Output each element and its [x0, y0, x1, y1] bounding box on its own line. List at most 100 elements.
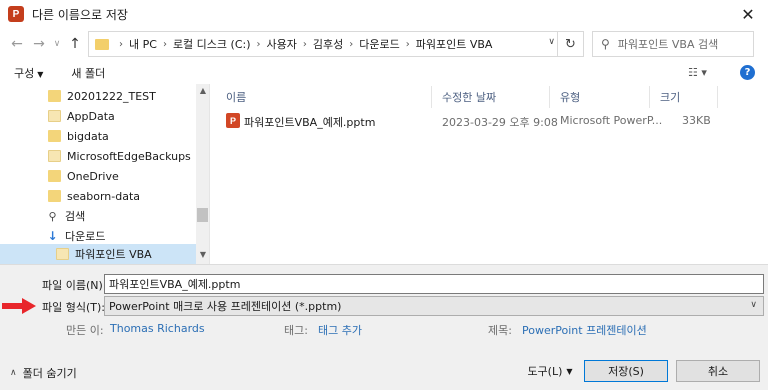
save-button[interactable]: 저장(S) — [584, 360, 668, 382]
filetype-value: PowerPoint 매크로 사용 프레젠테이션 (*.pptm) — [109, 300, 342, 313]
nav-item-appdata[interactable]: AppData — [0, 106, 196, 126]
author-label: 만든 이: — [66, 324, 104, 337]
file-modified: 2023-03-29 오후 9:08 — [442, 116, 558, 129]
search-icon: ⚲ — [601, 37, 610, 51]
nav-item-powerpoint-vba[interactable]: 파워포인트 VBA — [0, 244, 196, 264]
nav-item-downloads[interactable]: ↓ 다운로드 — [0, 226, 196, 246]
folder-icon — [95, 38, 109, 50]
search-icon: ⚲ — [48, 209, 57, 223]
breadcrumb-item[interactable]: 로컬 디스크 (C:) — [173, 36, 251, 52]
cancel-button[interactable]: 취소 — [676, 360, 760, 382]
search-placeholder: 파워포인트 VBA 검색 — [617, 38, 719, 51]
nav-item-label: AppData — [67, 109, 115, 123]
tools-label: 도구(L) — [527, 365, 563, 378]
breadcrumb-item[interactable]: 파워포인트 VBA — [416, 36, 493, 52]
title-value[interactable]: PowerPoint 프레젠테이션 — [522, 322, 647, 338]
column-header-modified[interactable]: 수정한 날짜 — [432, 86, 550, 108]
chevron-down-icon: ▼ — [566, 366, 573, 376]
tags-label: 태그: — [284, 324, 308, 337]
folder-icon — [56, 248, 69, 260]
title-label: 제목: — [488, 324, 512, 337]
filename-label: 파일 이름(N): — [42, 279, 107, 292]
file-name: 파워포인트VBA_예제.pptm — [244, 116, 376, 129]
folder-icon — [48, 170, 61, 182]
file-type: Microsoft PowerP... — [560, 114, 663, 127]
nav-item-onedrive[interactable]: OneDrive — [0, 166, 196, 186]
new-folder-button[interactable]: 새 폴더 — [71, 65, 105, 81]
folder-icon — [48, 90, 61, 102]
file-list: 이름 수정한 날짜 유형 크기 P 파워포인트VBA_예제.pptm 2023-… — [216, 84, 768, 264]
breadcrumb-item[interactable]: 김후성 — [313, 36, 343, 52]
command-toolbar: 구성 ▼ 새 폴더 ☷ ▾ ? — [0, 60, 768, 86]
nav-item-20201222-test[interactable]: 20201222_TEST — [0, 86, 196, 106]
breadcrumb-separator-icon[interactable]: › — [119, 39, 123, 50]
breadcrumb-separator-icon[interactable]: › — [303, 39, 307, 50]
help-icon[interactable]: ? — [740, 65, 755, 80]
chevron-down-icon: ▼ — [37, 70, 44, 79]
pptm-file-icon: P — [226, 113, 240, 128]
nav-item-label: OneDrive — [67, 169, 119, 183]
tags-value[interactable]: 태그 추가 — [318, 322, 362, 338]
breadcrumb-item[interactable]: 내 PC — [129, 36, 157, 52]
hide-folders-button[interactable]: ∧ 폴더 숨기기 — [10, 365, 77, 381]
window-title: 다른 이름으로 저장 — [32, 7, 128, 22]
nav-item-label: 다운로드 — [65, 230, 106, 243]
breadcrumb-separator-icon[interactable]: › — [406, 39, 410, 50]
annotation-arrow-icon — [2, 298, 36, 314]
column-header-name[interactable]: 이름 — [216, 86, 432, 108]
nav-item-microsoftedgebackups[interactable]: MicrosoftEdgeBackups — [0, 146, 196, 166]
hide-folders-label: 폴더 숨기기 — [22, 367, 77, 380]
navigation-pane: 20201222_TEST AppData bigdata MicrosoftE… — [0, 84, 210, 264]
scroll-up-icon[interactable]: ▲ — [196, 86, 209, 95]
column-header-type[interactable]: 유형 — [550, 86, 650, 108]
folder-icon — [48, 130, 61, 142]
filetype-select[interactable]: PowerPoint 매크로 사용 프레젠테이션 (*.pptm) ∨ — [104, 296, 764, 316]
scroll-down-icon[interactable]: ▼ — [196, 250, 209, 259]
navigation-scrollbar[interactable]: ▲ ▼ — [196, 84, 209, 264]
scrollbar-thumb[interactable] — [197, 208, 208, 222]
search-box[interactable]: ⚲ 파워포인트 VBA 검색 — [592, 31, 754, 57]
nav-item-label: bigdata — [67, 129, 109, 143]
folder-icon — [48, 110, 61, 122]
breadcrumb-separator-icon[interactable]: › — [163, 39, 167, 50]
forward-arrow-icon[interactable]: → — [28, 33, 50, 55]
address-bar[interactable]: › 내 PC › 로컬 디스크 (C:) › 사용자 › 김후성 › 다운로드 … — [88, 31, 584, 57]
breadcrumb-item[interactable]: 사용자 — [267, 36, 297, 52]
back-arrow-icon[interactable]: ← — [6, 33, 28, 55]
breadcrumb-separator-icon[interactable]: › — [257, 39, 261, 50]
table-row[interactable]: P 파워포인트VBA_예제.pptm 2023-03-29 오후 9:08 Mi… — [216, 110, 768, 132]
download-icon: ↓ — [47, 229, 58, 243]
nav-item-search[interactable]: ⚲ 검색 — [0, 206, 196, 226]
breadcrumb-separator-icon[interactable]: › — [349, 39, 353, 50]
nav-item-label: 파워포인트 VBA — [75, 248, 152, 261]
nav-item-label: 검색 — [65, 210, 86, 223]
navigation-bar: ← → ∨ ↑ › 내 PC › 로컬 디스크 (C:) › 사용자 › 김후성… — [0, 28, 768, 60]
address-dropdown-chevron-icon[interactable]: ∨ — [548, 37, 555, 47]
organize-label: 구성 — [14, 67, 35, 80]
up-arrow-icon[interactable]: ↑ — [64, 33, 86, 55]
author-value[interactable]: Thomas Richards — [110, 322, 205, 335]
filename-input[interactable]: 파워포인트VBA_예제.pptm — [104, 274, 764, 294]
column-header-size[interactable]: 크기 — [650, 86, 718, 108]
save-form: 파일 이름(N): 파워포인트VBA_예제.pptm 파일 형식(T): Pow… — [0, 264, 768, 390]
view-options-icon[interactable]: ☷ ▾ — [688, 66, 707, 79]
nav-item-label: seaborn-data — [67, 189, 140, 203]
nav-item-label: MicrosoftEdgeBackups — [67, 149, 191, 163]
nav-item-bigdata[interactable]: bigdata — [0, 126, 196, 146]
tools-button[interactable]: 도구(L) ▼ — [520, 360, 580, 382]
breadcrumb-item[interactable]: 다운로드 — [359, 36, 399, 52]
file-size: 33KB — [682, 114, 711, 127]
folder-icon — [48, 190, 61, 202]
powerpoint-app-icon: P — [8, 6, 24, 22]
folder-icon — [48, 150, 61, 162]
filetype-label: 파일 형식(T): — [42, 301, 105, 314]
recent-locations-chevron-icon[interactable]: ∨ — [50, 33, 64, 55]
nav-item-label: 20201222_TEST — [67, 89, 156, 103]
organize-button[interactable]: 구성 ▼ — [14, 65, 43, 81]
close-icon[interactable]: ✕ — [736, 2, 760, 26]
chevron-down-icon: ∨ — [750, 300, 757, 310]
title-bar: P 다른 이름으로 저장 ✕ — [0, 0, 768, 28]
refresh-icon[interactable]: ↻ — [557, 32, 583, 56]
chevron-up-icon: ∧ — [10, 368, 17, 378]
nav-item-seaborn-data[interactable]: seaborn-data — [0, 186, 196, 206]
